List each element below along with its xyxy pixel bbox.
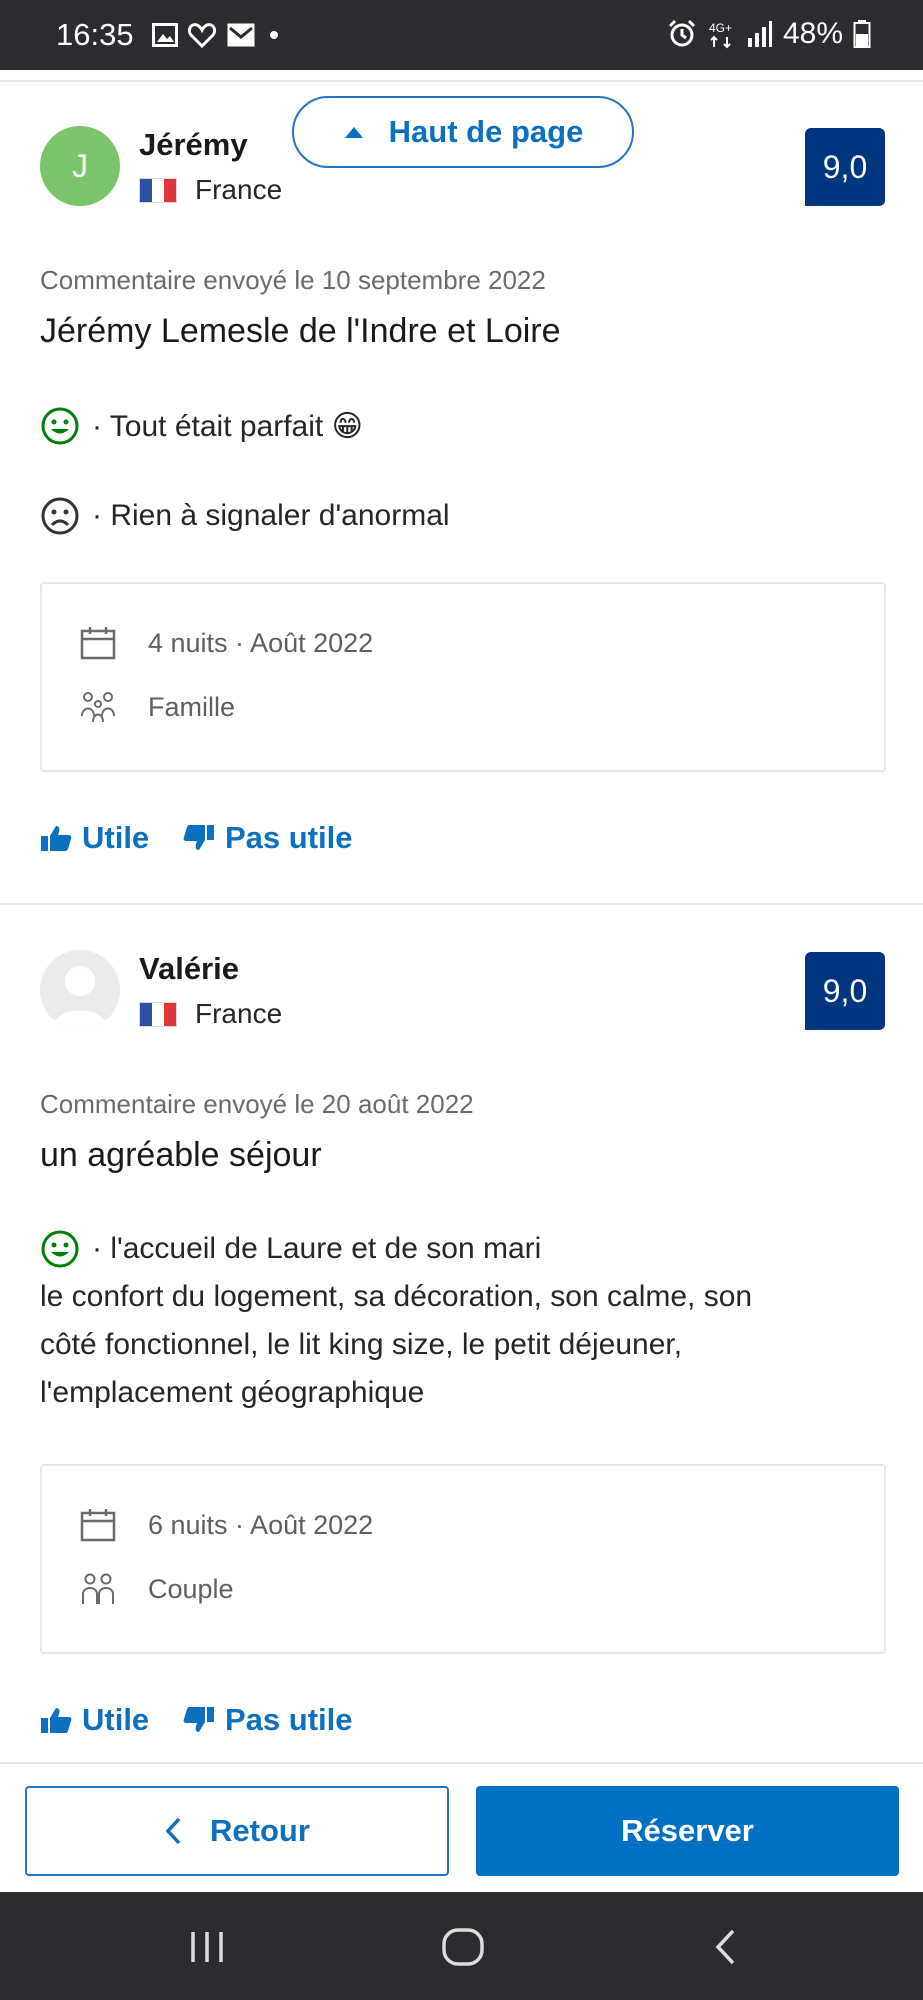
couple-icon [82, 1573, 114, 1604]
thumbs-down-icon [183, 825, 214, 850]
recent-apps-icon [191, 1932, 223, 1962]
network-4g-icon: 4G+ [709, 21, 732, 49]
not-helpful-button[interactable]: Pas utile [183, 1702, 353, 1738]
home-button[interactable] [433, 1922, 493, 1972]
back-to-top-button[interactable]: Haut de page [292, 96, 634, 168]
smile-icon [41, 1230, 79, 1268]
status-bar: 16:35 4G+ 48% [0, 0, 923, 70]
traveler-type: Couple [80, 1572, 234, 1606]
top-divider [0, 80, 923, 82]
review-negative: · Rien à signaler d'anormal [40, 496, 450, 536]
recent-apps-button[interactable] [177, 1922, 237, 1972]
family-icon [81, 692, 115, 723]
image-icon [152, 23, 178, 47]
heart-outline-icon [188, 23, 216, 48]
not-helpful-button[interactable]: Pas utile [183, 820, 353, 856]
helpful-button[interactable]: Utile [40, 820, 149, 856]
bottom-action-bar: Retour Réserver [0, 1762, 923, 1892]
battery-percent: 48% [782, 17, 843, 50]
stay-info-box: 6 nuits · Août 2022 Couple [40, 1464, 886, 1654]
france-flag-icon [139, 177, 177, 203]
review-positive: · Tout était parfait 😁 [40, 406, 363, 446]
chevron-left-icon [165, 1817, 181, 1845]
traveler-type: Famille [80, 690, 235, 724]
battery-icon [853, 20, 871, 48]
stay-info-box: 4 nuits · Août 2022 Famille [40, 582, 886, 772]
home-icon [442, 1928, 484, 1966]
thumbs-up-icon [41, 826, 72, 851]
system-back-button[interactable] [695, 1922, 755, 1972]
review-date: Commentaire envoyé le 10 septembre 2022 [40, 265, 546, 295]
alarm-icon [668, 19, 696, 47]
smile-icon [41, 407, 79, 445]
reviewer-country: France [139, 174, 282, 206]
signal-icon [747, 21, 772, 47]
dot-icon [270, 31, 278, 39]
book-button[interactable]: Réserver [476, 1786, 899, 1876]
review-title: un agréable séjour [40, 1136, 322, 1174]
caret-up-icon [344, 127, 363, 138]
calendar-icon [80, 627, 116, 660]
reviewer-name: Valérie [139, 951, 239, 986]
svg-text:4G+: 4G+ [709, 21, 732, 35]
avatar [40, 950, 120, 1030]
back-button[interactable]: Retour [25, 1786, 449, 1876]
reviewer-name: Jérémy [139, 127, 248, 162]
back-icon [715, 1929, 735, 1965]
mail-icon [227, 23, 255, 47]
calendar-icon [80, 1509, 116, 1542]
thumbs-down-icon [183, 1707, 214, 1732]
review-positive: · l'accueil de Laure et de son mari le c… [40, 1225, 880, 1417]
review-divider [0, 903, 923, 905]
france-flag-icon [139, 1001, 177, 1027]
stay-duration: 6 nuits · Août 2022 [80, 1508, 373, 1542]
reviewer-country: France [139, 998, 282, 1030]
system-nav-bar [0, 1892, 923, 2000]
avatar: J [40, 126, 120, 206]
review-date: Commentaire envoyé le 20 août 2022 [40, 1089, 474, 1119]
stay-duration: 4 nuits · Août 2022 [80, 626, 373, 660]
helpful-button[interactable]: Utile [40, 1702, 149, 1738]
review-score: 9,0 [805, 952, 885, 1030]
review-title: Jérémy Lemesle de l'Indre et Loire [40, 312, 561, 350]
frown-icon [41, 497, 79, 535]
default-avatar-icon [52, 966, 108, 1030]
thumbs-up-icon [41, 1708, 72, 1733]
review-score: 9,0 [805, 128, 885, 206]
status-time: 16:35 [56, 17, 134, 52]
